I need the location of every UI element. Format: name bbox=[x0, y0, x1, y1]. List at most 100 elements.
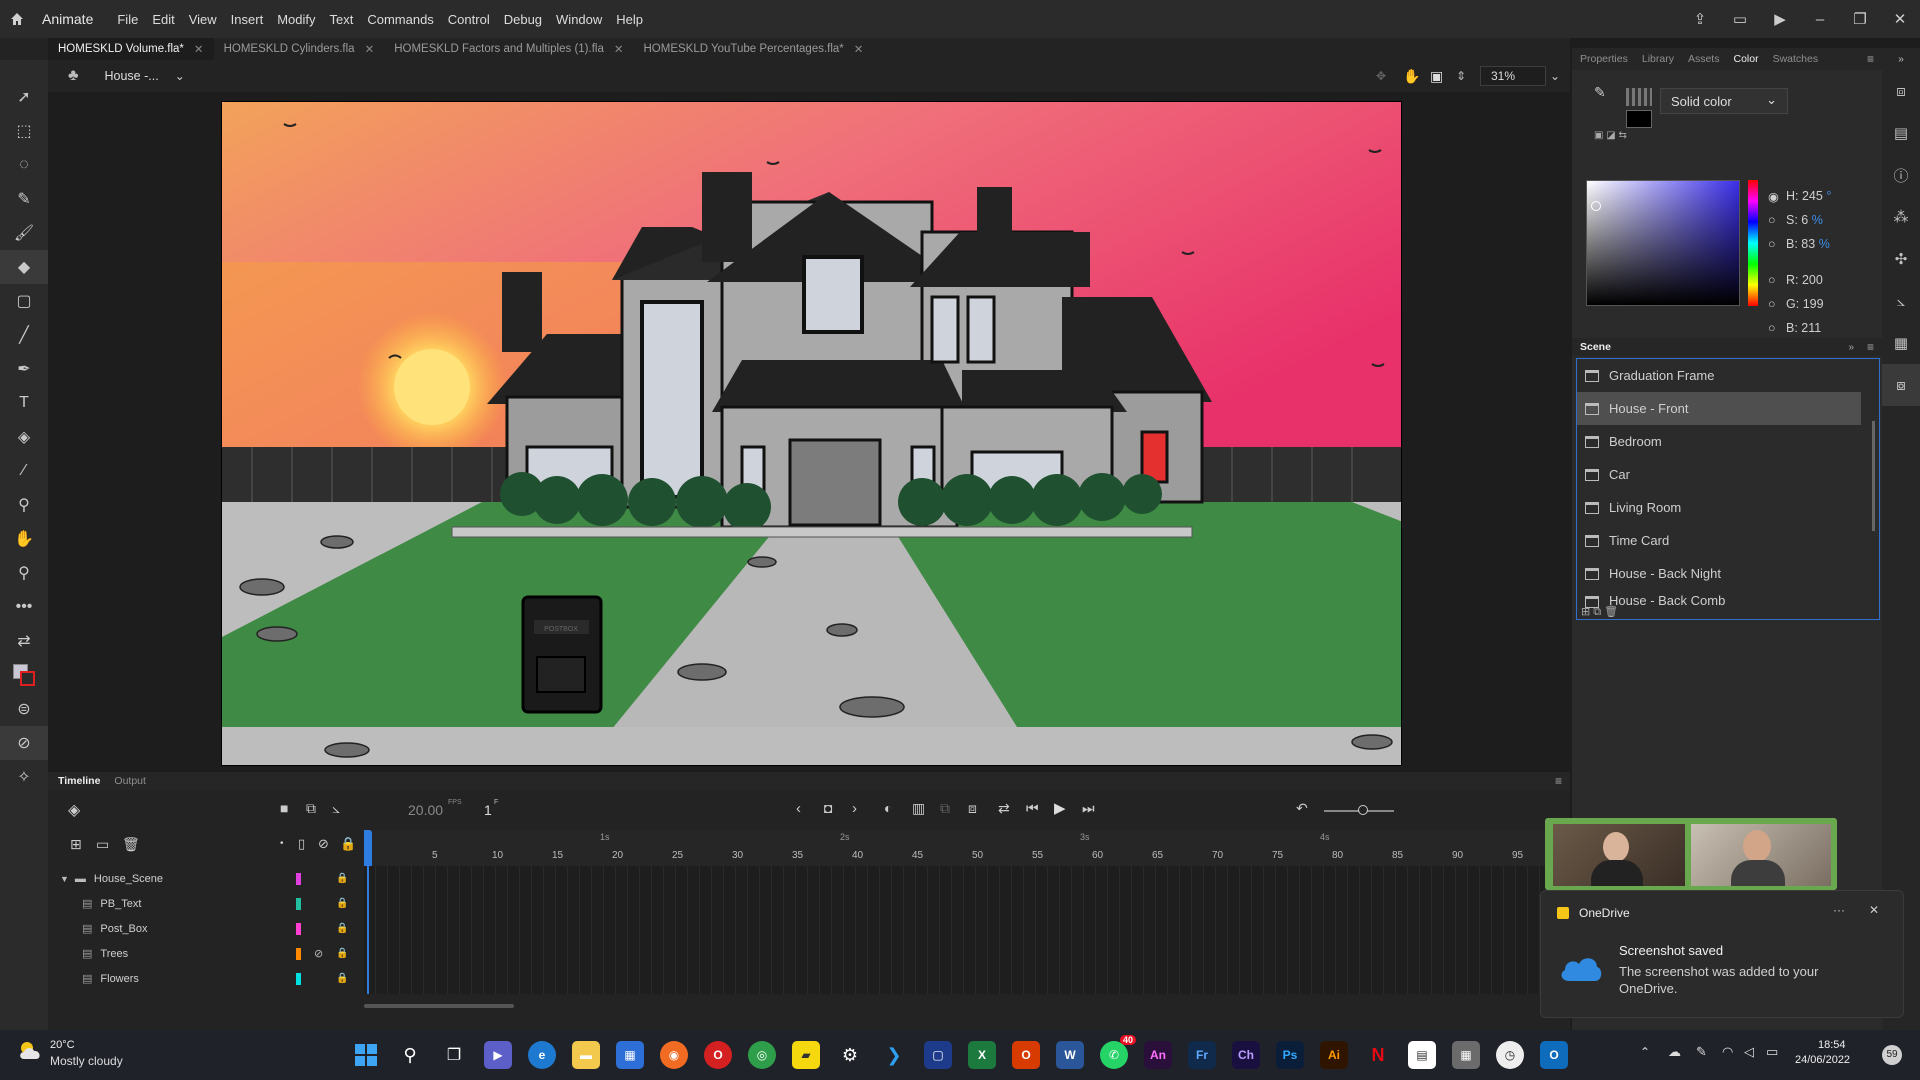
volume-icon[interactable]: ◁ bbox=[1744, 1044, 1754, 1060]
test-movie-icon[interactable]: ▶ bbox=[1760, 10, 1800, 28]
scene-item-house-front[interactable]: House - Front bbox=[1577, 392, 1861, 425]
wifi-icon[interactable]: ◠ bbox=[1722, 1044, 1733, 1060]
layer-name[interactable]: Post_Box bbox=[100, 923, 147, 935]
layer-depth-icon[interactable]: ⧉ bbox=[306, 800, 316, 817]
lock-icon[interactable]: 🔒 bbox=[336, 973, 348, 984]
line-tool-icon[interactable]: ╱ bbox=[0, 318, 48, 352]
minimize-button[interactable]: – bbox=[1800, 11, 1840, 28]
teams-icon[interactable]: ▶ bbox=[484, 1041, 512, 1069]
rectangle-tool-icon[interactable]: ▢ bbox=[0, 284, 48, 318]
radio-icon[interactable]: ○ bbox=[1768, 213, 1786, 227]
playhead[interactable] bbox=[364, 830, 372, 866]
zoom-field[interactable]: 31% bbox=[1480, 66, 1546, 86]
radio-icon[interactable]: ○ bbox=[1768, 237, 1786, 251]
undo-icon[interactable]: ↶ bbox=[1296, 800, 1308, 817]
scene-item-house-back-comb[interactable]: House - Back Comb bbox=[1577, 590, 1879, 608]
notification-count-badge[interactable]: 59 bbox=[1882, 1045, 1902, 1065]
clock-app-icon[interactable]: ◷ bbox=[1496, 1041, 1524, 1069]
hue-slider[interactable] bbox=[1748, 180, 1758, 306]
scene-item-bedroom[interactable]: Bedroom bbox=[1577, 425, 1879, 458]
insert-keyframe-icon[interactable]: ◘ bbox=[824, 800, 832, 816]
chevron-up-icon[interactable]: ⌃ bbox=[1640, 1045, 1650, 1059]
free-transform-tool-icon[interactable]: ⬚ bbox=[0, 114, 48, 148]
hand-tool-icon[interactable]: ✋ bbox=[0, 522, 48, 556]
scene-clubs-icon[interactable]: ♣ bbox=[68, 67, 79, 85]
color-type-dropdown[interactable]: Solid color ⌄ bbox=[1660, 88, 1788, 114]
battery-icon[interactable]: ▭ bbox=[1766, 1044, 1778, 1060]
layer-color-swatch[interactable] bbox=[296, 897, 301, 910]
cloud-tray-icon[interactable]: ☁ bbox=[1668, 1044, 1681, 1060]
panel-menu-icon[interactable]: ≡ bbox=[1867, 340, 1874, 354]
step-back-icon[interactable]: ⏮ bbox=[1026, 800, 1039, 817]
color-picker-field[interactable] bbox=[1586, 180, 1740, 306]
frame-grid[interactable] bbox=[364, 866, 1570, 994]
prev-keyframe-icon[interactable]: ‹ bbox=[796, 800, 801, 817]
transform-panel-icon[interactable]: ⧈ bbox=[1882, 70, 1920, 112]
edge-icon[interactable]: e bbox=[528, 1041, 556, 1069]
layer-color-swatch[interactable] bbox=[296, 972, 301, 985]
lock-icon[interactable]: 🔒 bbox=[336, 948, 348, 959]
menu-view[interactable]: View bbox=[189, 12, 217, 27]
selection-tool-icon[interactable]: ➚ bbox=[0, 80, 48, 114]
hidden-eye-icon[interactable]: ⊘ bbox=[314, 947, 323, 960]
layer-color-swatch[interactable] bbox=[296, 947, 301, 960]
pin-tool-icon[interactable]: ⚲ bbox=[0, 488, 48, 522]
layer-name[interactable]: House_Scene bbox=[94, 873, 163, 885]
opera-icon[interactable]: O bbox=[704, 1041, 732, 1069]
scene-actions-icons[interactable]: ⊞ ⧉ 🗑 bbox=[1581, 605, 1618, 619]
highlight-layer-icon[interactable]: • bbox=[280, 838, 284, 849]
menu-file[interactable]: File bbox=[117, 12, 138, 27]
magic-wand-tool-icon[interactable]: ✧ bbox=[0, 760, 48, 794]
fps-value[interactable]: 20.00 bbox=[408, 802, 443, 818]
photoshop-icon[interactable]: Ps bbox=[1276, 1041, 1304, 1069]
edit-multiple-frames-icon[interactable]: ▥ bbox=[912, 800, 925, 817]
layer-row-flowers[interactable]: ▤ Flowers 🔒 bbox=[48, 966, 358, 991]
panel-menu-icon[interactable]: ≡ bbox=[1555, 774, 1562, 788]
pen-tool-icon[interactable]: ✒ bbox=[0, 352, 48, 386]
text-tool-icon[interactable]: T bbox=[0, 386, 48, 420]
file-explorer-icon[interactable]: ▬ bbox=[572, 1041, 600, 1069]
radio-icon[interactable]: ○ bbox=[1768, 273, 1786, 287]
collapse-icon[interactable]: » bbox=[1848, 342, 1854, 353]
onion-skin-tool-icon[interactable]: ⊜ bbox=[0, 692, 48, 726]
tab-percentages[interactable]: HOMESKLD YouTube Percentages.fla* ✕ bbox=[633, 38, 873, 60]
stroke-color-icon[interactable]: ✎ bbox=[1594, 84, 1616, 102]
expand-panels-icon[interactable]: » bbox=[1882, 48, 1920, 70]
chevron-down-icon[interactable]: ▼ bbox=[60, 874, 69, 884]
layer-row-house-scene[interactable]: ▼ ▬ House_Scene 🔒 bbox=[48, 866, 358, 891]
fresco-icon[interactable]: Fr bbox=[1188, 1041, 1216, 1069]
settings-gear-icon[interactable]: ⚙ bbox=[836, 1041, 864, 1069]
scene-panel-icon[interactable]: ⧇ bbox=[1882, 364, 1920, 406]
step-forward-icon[interactable]: ⏭ bbox=[1082, 800, 1095, 817]
code-snippets-icon[interactable]: ✣ bbox=[1882, 238, 1920, 280]
play-icon[interactable]: ▶ bbox=[1054, 799, 1066, 817]
graph-icon[interactable]: ⦣ bbox=[332, 800, 340, 817]
picker-handle[interactable] bbox=[1591, 201, 1601, 211]
chrome-icon[interactable]: ◎ bbox=[748, 1041, 776, 1069]
panel-menu-icon[interactable]: ≡ bbox=[1867, 52, 1874, 66]
workspace-icon[interactable]: ▭ bbox=[1720, 10, 1760, 28]
menu-debug[interactable]: Debug bbox=[504, 12, 542, 27]
netflix-icon[interactable]: N bbox=[1364, 1041, 1392, 1069]
paint-bucket-tool-icon[interactable]: ◈ bbox=[0, 420, 48, 454]
loop-icon[interactable]: ⇄ bbox=[998, 800, 1010, 817]
tab-output[interactable]: Output bbox=[114, 775, 146, 787]
lock-icon[interactable]: 🔒 bbox=[336, 873, 348, 884]
pen-tray-icon[interactable]: ✎ bbox=[1696, 1044, 1707, 1060]
new-layer-icon[interactable]: ⊞ bbox=[70, 836, 82, 853]
close-icon[interactable]: ✕ bbox=[194, 42, 204, 56]
menu-text[interactable]: Text bbox=[329, 12, 353, 27]
menu-insert[interactable]: Insert bbox=[231, 12, 264, 27]
s-value[interactable]: 6 bbox=[1801, 213, 1808, 227]
close-button[interactable]: ✕ bbox=[1880, 10, 1920, 28]
lasso-tool-icon[interactable]: ◌ bbox=[0, 148, 48, 182]
start-icon[interactable] bbox=[352, 1041, 380, 1069]
scene-scrollbar[interactable] bbox=[1872, 421, 1875, 531]
hide-all-layers-icon[interactable]: ⊘ bbox=[318, 836, 329, 852]
zoom-chevron-icon[interactable]: ⌄ bbox=[1550, 69, 1560, 83]
close-icon[interactable]: ✕ bbox=[614, 42, 624, 56]
scene-item-car[interactable]: Car bbox=[1577, 458, 1879, 491]
tab-factors[interactable]: HOMESKLD Factors and Multiples (1).fla ✕ bbox=[384, 38, 633, 60]
timeline-scrollbar[interactable] bbox=[364, 1004, 514, 1008]
info-panel-icon[interactable]: ⓘ bbox=[1882, 154, 1920, 196]
